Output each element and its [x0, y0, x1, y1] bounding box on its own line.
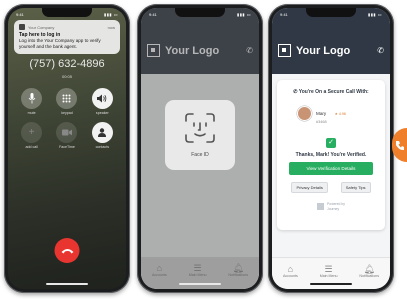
bell-icon: 🔔︎ [363, 264, 375, 274]
phone-icon[interactable]: ✆ [377, 46, 384, 55]
faceid-dialog: Face ID [165, 100, 235, 170]
home-indicator[interactable] [310, 283, 352, 285]
agent-rating: ★ 4.96 [334, 112, 346, 116]
powered-by-label: Powered by [327, 202, 345, 206]
notch [306, 8, 356, 17]
powered-by-text: Powered by Journey [327, 202, 345, 211]
keypad-button[interactable]: keypad [49, 88, 84, 116]
notification-body: Log into the Your Company app to verify … [19, 38, 101, 49]
microphone-mute-icon [21, 88, 43, 109]
agent-details: Mary ★ 4.96 #3468 [316, 102, 346, 124]
tab-notifications[interactable]: 🔔︎ Notifications [359, 264, 379, 278]
add-call-icon: + [21, 122, 43, 143]
notification-header: Your Company now [19, 24, 115, 30]
status-time: 9:41 [16, 11, 24, 17]
speaker-button[interactable]: speaker [85, 88, 120, 116]
privacy-details-button[interactable]: Privacy Details [291, 182, 328, 193]
powered-by: Powered by Journey [277, 202, 385, 211]
tab-accounts[interactable]: ⌂ Accounts [283, 264, 298, 278]
keypad-icon [56, 88, 78, 109]
end-call-button[interactable] [54, 238, 80, 263]
faceid-label: Face ID [191, 152, 209, 158]
secure-call-card: ✆ You're On a Secure Call With: Mary ★ 4… [277, 80, 385, 230]
menu-icon: ☰ [324, 264, 333, 274]
push-notification[interactable]: Your Company now Tap here to log in Log … [14, 20, 120, 54]
status-time: 9:41 [280, 11, 288, 17]
speaker-icon [91, 88, 113, 109]
phone-verified-screen: 9:41 ▮▮▮ ▭ Your Logo ✆ ✆ You're On a Sec… [268, 4, 394, 293]
secure-call-title-text: You're On a Secure Call With: [298, 89, 369, 95]
call-controls: mute keypad speaker + add call FaceTime … [14, 88, 120, 150]
hang-up-icon [61, 249, 73, 254]
keypad-label: keypad [61, 111, 73, 115]
notch [42, 8, 92, 17]
tab-main-menu-label: Main Menu [319, 274, 338, 278]
add-call-button[interactable]: + add call [14, 122, 49, 150]
phone-faceid-screen: 9:41 ▮▮▮ ▭ Your Logo ✆ ⌂ Accounts ☰ Main… [137, 4, 263, 293]
logo-row: Your Logo ✆ [278, 44, 384, 57]
call-screen: 9:41 ▮▮▮ ▭ Your Company now Tap here to … [8, 8, 126, 289]
secure-call-title: ✆ You're On a Secure Call With: [277, 89, 385, 95]
notification-app-name: Your Company [28, 24, 55, 30]
faceid-icon [185, 113, 215, 143]
contacts-button[interactable]: contacts [85, 122, 120, 150]
tab-accounts-label: Accounts [282, 274, 298, 278]
logo-icon [278, 44, 291, 57]
agent-name: Mary [316, 111, 327, 116]
facetime-button[interactable]: FaceTime [49, 122, 84, 150]
caller-number: (757) 632-4896 [29, 58, 105, 70]
tab-notifications-label: Notifications [359, 274, 379, 278]
mute-button[interactable]: mute [14, 88, 49, 116]
contacts-label: contacts [95, 145, 110, 149]
signal-battery-icon: ▮▮▮ ▭ [237, 11, 251, 17]
check-icon: ✓ [326, 138, 336, 148]
verified-message: Thanks, Mark! You're Verified. [295, 152, 367, 158]
faceid-screen: 9:41 ▮▮▮ ▭ Your Logo ✆ ⌂ Accounts ☰ Main… [141, 8, 259, 289]
agent-info-row: Mary ★ 4.96 #3468 [297, 102, 346, 124]
tab-main-menu[interactable]: ☰ Main Menu [320, 264, 338, 278]
signal-battery-icon: ▮▮▮ ▭ [368, 11, 382, 17]
signal-battery-icon: ▮▮▮ ▭ [104, 11, 118, 17]
facetime-icon [56, 122, 78, 143]
app-header: 9:41 ▮▮▮ ▭ Your Logo ✆ [272, 8, 390, 74]
powered-by-brand: Journey [327, 206, 340, 211]
detail-buttons: Privacy Details Safety Tips [285, 182, 377, 193]
phone-call-screen: 9:41 ▮▮▮ ▭ Your Company now Tap here to … [4, 4, 130, 293]
logo-text: Your Logo [296, 44, 351, 57]
badge-phone-icon [396, 140, 404, 150]
home-icon: ⌂ [287, 264, 294, 274]
app-icon [19, 24, 25, 30]
journey-logo-icon [317, 203, 325, 210]
verified-screen: 9:41 ▮▮▮ ▭ Your Logo ✆ ✆ You're On a Sec… [272, 8, 390, 289]
contacts-icon [91, 122, 113, 143]
view-verification-button[interactable]: View Verification Details [289, 162, 373, 175]
safety-tips-button[interactable]: Safety Tips [340, 182, 371, 193]
facetime-label: FaceTime [59, 145, 75, 149]
status-time: 9:41 [149, 11, 157, 17]
agent-id: #3468 [316, 120, 327, 124]
notification-time: now [107, 24, 115, 30]
notch [175, 8, 225, 17]
speaker-label: speaker [95, 111, 109, 115]
home-indicator[interactable] [46, 283, 88, 285]
add-call-label: add call [25, 145, 38, 149]
mute-label: mute [27, 111, 36, 115]
call-timer: 00:05 [61, 74, 72, 79]
side-badge [392, 128, 407, 162]
home-indicator[interactable] [179, 283, 221, 285]
agent-avatar [297, 105, 312, 121]
